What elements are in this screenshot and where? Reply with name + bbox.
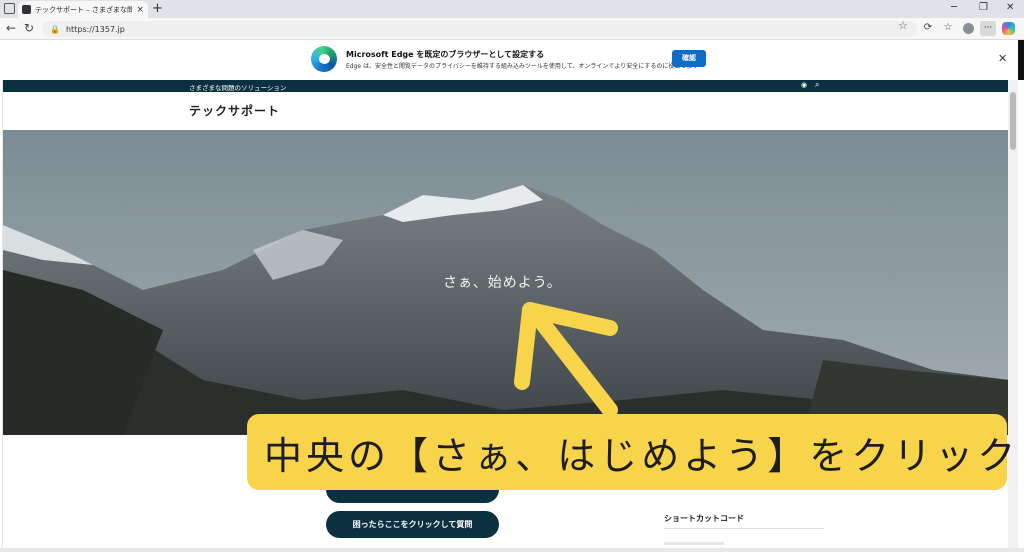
instruction-text: 中央の【さぁ、はじめよう】をクリック (264, 434, 1020, 478)
taskbar-edge (0, 548, 1024, 552)
